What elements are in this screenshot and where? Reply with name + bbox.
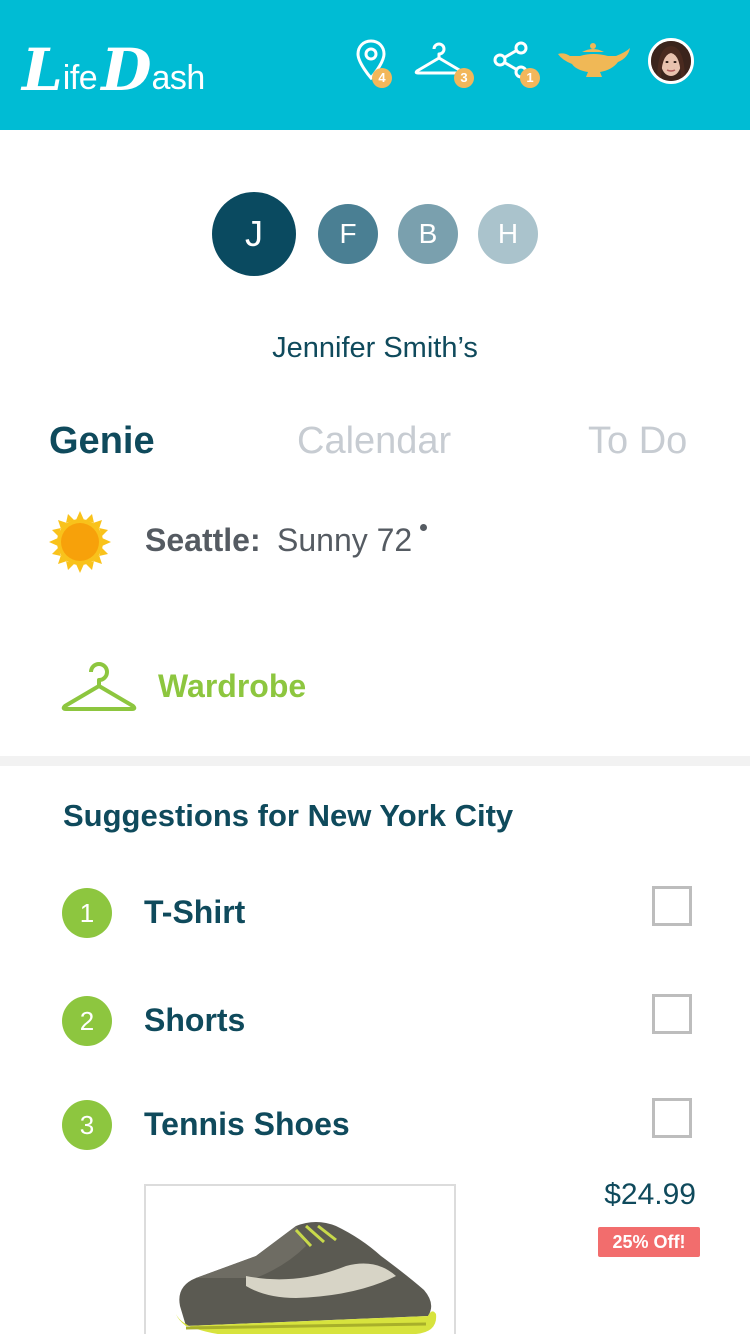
discount-badge: 25% Off! [598, 1227, 700, 1257]
degree-dot [420, 524, 427, 531]
item-name: T-Shirt [144, 894, 246, 930]
share-button[interactable]: 1 [492, 40, 540, 88]
genie-lamp-icon [558, 43, 630, 77]
item-number-badge: 2 [62, 996, 112, 1046]
wardrobe-header-button[interactable]: 3 [414, 40, 474, 88]
profile-b[interactable]: B [398, 204, 458, 264]
logo-letter-d: D [101, 36, 152, 104]
logo-text-ash: ash [151, 59, 206, 97]
profile-switcher: J F B H [0, 192, 750, 276]
app-header: L ife D ash 4 3 1 [0, 0, 750, 130]
suggestion-item: 1 T-Shirt [62, 886, 702, 938]
tab-todo[interactable]: To Do [588, 420, 687, 463]
item-checkbox[interactable] [652, 1098, 692, 1138]
tab-genie[interactable]: Genie [49, 420, 155, 463]
suggestions-title: Suggestions for New York City [63, 798, 514, 833]
product-price: $24.99 [604, 1178, 696, 1211]
item-name: Tennis Shoes [144, 1106, 350, 1142]
share-badge: 1 [520, 68, 540, 88]
weather-row: Seattle: Sunny 72 [48, 508, 708, 574]
wardrobe-section-header[interactable]: Wardrobe [60, 656, 460, 718]
sun-icon [49, 511, 111, 573]
location-pin-button[interactable]: 4 [354, 38, 392, 89]
sneaker-image [176, 1222, 437, 1334]
suggestion-item: 3 Tennis Shoes [62, 1098, 702, 1150]
product-card[interactable] [144, 1184, 456, 1334]
profile-j[interactable]: J [212, 192, 296, 276]
wardrobe-label: Wardrobe [158, 668, 307, 704]
hanger-icon [61, 662, 137, 711]
profile-h[interactable]: H [478, 204, 538, 264]
item-number-badge: 1 [62, 888, 112, 938]
weather-city: Seattle: [145, 522, 261, 558]
user-avatar-photo [651, 41, 691, 81]
profile-owner-label: Jennifer Smith’s [272, 332, 478, 364]
location-badge: 4 [372, 68, 392, 88]
weather-condition: Sunny 72 [277, 522, 413, 558]
suggestion-item: 2 Shorts [62, 994, 702, 1046]
genie-lamp-button[interactable] [556, 42, 632, 85]
logo-letter-l: L [22, 36, 63, 104]
user-avatar[interactable] [648, 38, 694, 84]
logo-text-ife: ife [62, 59, 98, 97]
profile-f[interactable]: F [318, 204, 378, 264]
app-logo[interactable]: L ife D ash [22, 30, 209, 100]
tab-calendar[interactable]: Calendar [297, 420, 451, 463]
item-number-badge: 3 [62, 1100, 112, 1150]
section-divider [0, 756, 750, 766]
item-name: Shorts [144, 1002, 246, 1038]
item-checkbox[interactable] [652, 886, 692, 926]
wardrobe-badge: 3 [454, 68, 474, 88]
item-checkbox[interactable] [652, 994, 692, 1034]
